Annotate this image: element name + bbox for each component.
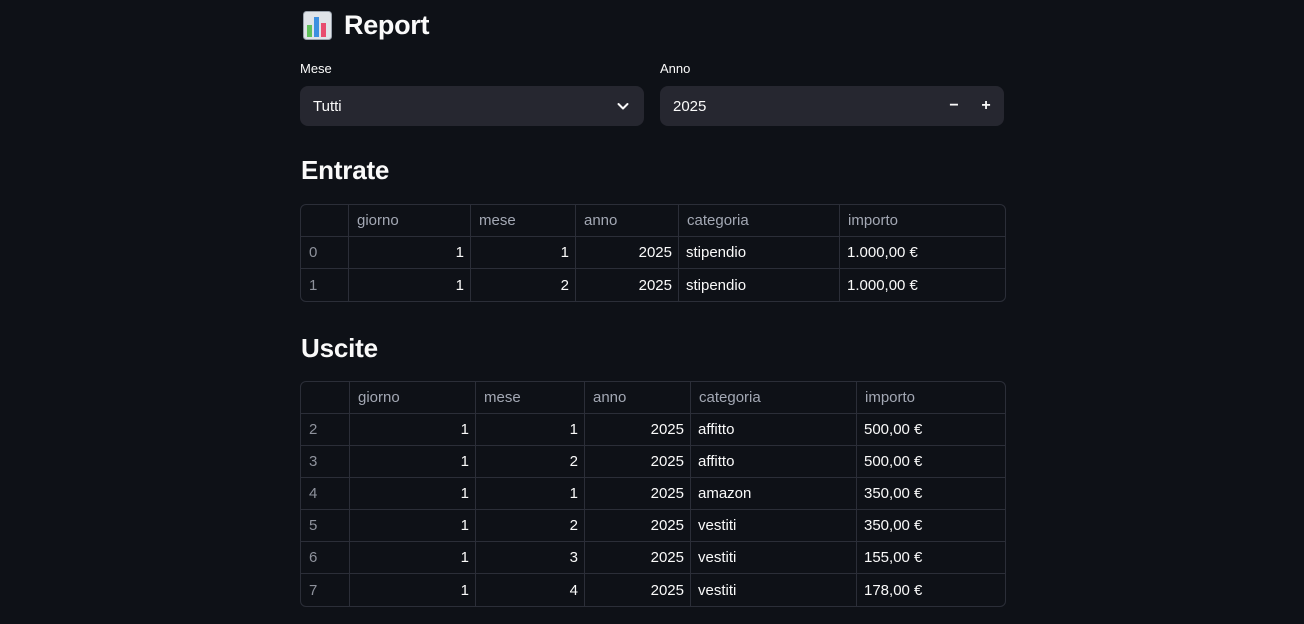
year-number-input[interactable]: 2025 − + [660,86,1004,126]
cell-mese[interactable]: 1 [471,237,576,269]
cell-mese[interactable]: 2 [476,446,585,478]
column-header-categoria[interactable]: categoria [679,205,840,237]
cell-mese[interactable]: 2 [476,510,585,542]
table-row: 4 1 1 2025 amazon 350,00 € [301,478,1005,510]
row-index: 3 [301,446,350,478]
cell-mese[interactable]: 1 [476,414,585,446]
row-index: 7 [301,574,350,606]
cell-giorno[interactable]: 1 [350,510,476,542]
table-row: 3 1 2 2025 affitto 500,00 € [301,446,1005,478]
cell-anno[interactable]: 2025 [585,446,691,478]
cell-giorno[interactable]: 1 [350,574,476,606]
cell-importo[interactable]: 155,00 € [857,542,1005,574]
cell-anno[interactable]: 2025 [585,478,691,510]
income-section-title: Entrate [301,155,390,185]
row-index: 6 [301,542,350,574]
cell-giorno[interactable]: 1 [350,478,476,510]
table-row: 1 1 2 2025 stipendio 1.000,00 € [301,269,1005,301]
cell-importo[interactable]: 1.000,00 € [840,269,1005,301]
cell-anno[interactable]: 2025 [585,574,691,606]
year-increment-button[interactable]: + [970,86,1002,126]
page-title: Report [344,9,430,40]
cell-anno[interactable]: 2025 [576,237,679,269]
column-header-giorno[interactable]: giorno [350,382,476,414]
row-index: 1 [301,269,349,301]
table-row: 5 1 2 2025 vestiti 350,00 € [301,510,1005,542]
bar-chart-icon [303,10,332,40]
row-index: 5 [301,510,350,542]
cell-importo[interactable]: 350,00 € [857,478,1005,510]
cell-categoria[interactable]: affitto [691,414,857,446]
cell-anno[interactable]: 2025 [585,414,691,446]
cell-importo[interactable]: 178,00 € [857,574,1005,606]
cell-categoria[interactable]: affitto [691,446,857,478]
cell-importo[interactable]: 500,00 € [857,446,1005,478]
cell-anno[interactable]: 2025 [585,542,691,574]
column-header-mese[interactable]: mese [471,205,576,237]
cell-importo[interactable]: 1.000,00 € [840,237,1005,269]
column-header-importo[interactable]: importo [840,205,1005,237]
row-index: 0 [301,237,349,269]
cell-categoria[interactable]: vestiti [691,510,857,542]
table-header-row: giorno mese anno categoria importo [301,382,1005,414]
year-label: Anno [660,61,691,76]
table-row: 0 1 1 2025 stipendio 1.000,00 € [301,237,1005,269]
row-index: 2 [301,414,350,446]
cell-categoria[interactable]: amazon [691,478,857,510]
cell-importo[interactable]: 500,00 € [857,414,1005,446]
cell-categoria[interactable]: vestiti [691,542,857,574]
month-select[interactable]: Tutti [300,86,644,126]
cell-mese[interactable]: 1 [476,478,585,510]
cell-giorno[interactable]: 1 [350,542,476,574]
cell-anno[interactable]: 2025 [585,510,691,542]
expenses-section-title: Uscite [301,333,378,363]
cell-mese[interactable]: 4 [476,574,585,606]
cell-categoria[interactable]: stipendio [679,237,840,269]
cell-categoria[interactable]: vestiti [691,574,857,606]
column-header-importo[interactable]: importo [857,382,1005,414]
column-header-anno[interactable]: anno [585,382,691,414]
column-header-index [301,382,350,414]
year-decrement-button[interactable]: − [938,86,970,126]
cell-mese[interactable]: 3 [476,542,585,574]
cell-mese[interactable]: 2 [471,269,576,301]
row-index: 4 [301,478,350,510]
cell-anno[interactable]: 2025 [576,269,679,301]
month-label: Mese [300,61,332,76]
column-header-mese[interactable]: mese [476,382,585,414]
expenses-table[interactable]: giorno mese anno categoria importo 2 1 1… [300,381,1006,607]
cell-giorno[interactable]: 1 [349,237,471,269]
chevron-down-icon [617,103,629,110]
cell-categoria[interactable]: stipendio [679,269,840,301]
table-row: 6 1 3 2025 vestiti 155,00 € [301,542,1005,574]
table-header-row: giorno mese anno categoria importo [301,205,1005,237]
cell-giorno[interactable]: 1 [350,414,476,446]
table-row: 2 1 1 2025 affitto 500,00 € [301,414,1005,446]
column-header-anno[interactable]: anno [576,205,679,237]
table-row: 7 1 4 2025 vestiti 178,00 € [301,574,1005,606]
column-header-giorno[interactable]: giorno [349,205,471,237]
cell-giorno[interactable]: 1 [350,446,476,478]
column-header-categoria[interactable]: categoria [691,382,857,414]
month-select-value: Tutti [313,97,342,115]
cell-giorno[interactable]: 1 [349,269,471,301]
year-input-value[interactable]: 2025 [660,98,938,115]
cell-importo[interactable]: 350,00 € [857,510,1005,542]
page-header: Report [303,8,430,42]
column-header-index [301,205,349,237]
income-table[interactable]: giorno mese anno categoria importo 0 1 1… [300,204,1006,302]
